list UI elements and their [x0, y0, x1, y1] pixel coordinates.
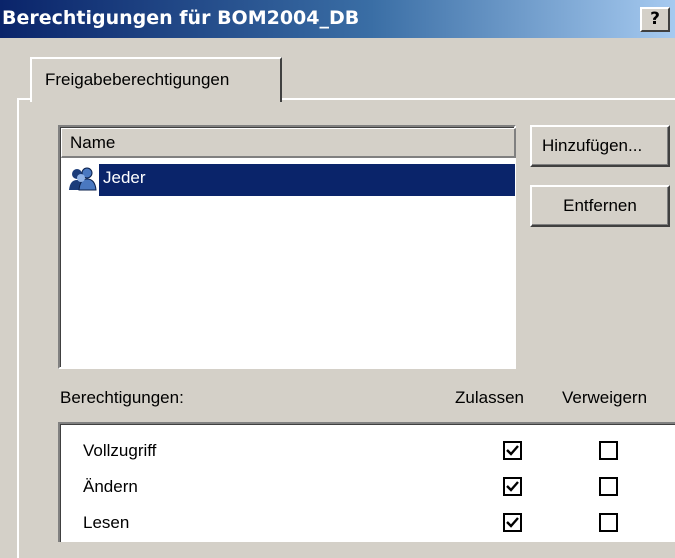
- permission-name: Lesen: [83, 513, 130, 532]
- permission-name: Ändern: [83, 477, 138, 496]
- column-header-name[interactable]: Name: [61, 128, 516, 158]
- tab-label: Freigabeberechtigungen: [45, 70, 230, 89]
- list-item[interactable]: Jeder: [67, 164, 515, 196]
- deny-checkbox[interactable]: [599, 441, 618, 460]
- users-listbox[interactable]: Name Jeder: [58, 125, 516, 369]
- checkmark-icon: [506, 445, 519, 456]
- permissions-list: Vollzugriff Ändern Lesen: [58, 422, 675, 542]
- allow-column-header: Zulassen: [455, 388, 524, 407]
- deny-checkbox[interactable]: [599, 513, 618, 532]
- column-header-label: Name: [70, 133, 116, 152]
- permission-row: Lesen: [61, 511, 675, 545]
- group-users-icon: [69, 167, 97, 191]
- deny-column-header: Verweigern: [562, 388, 648, 407]
- listbox-frame: Name Jeder: [60, 127, 516, 367]
- permissions-label: Berechtigungen:: [60, 388, 184, 407]
- help-button[interactable]: ?: [640, 7, 670, 32]
- remove-button[interactable]: Entfernen: [530, 185, 670, 227]
- checkmark-icon: [506, 481, 519, 492]
- title-bar: Berechtigungen für BOM2004_DB ?: [0, 0, 675, 38]
- window-title: Berechtigungen für BOM2004_DB: [2, 7, 360, 29]
- permission-name: Vollzugriff: [83, 441, 157, 460]
- permission-row: Ändern: [61, 475, 675, 509]
- tab-freigabeberechtigungen[interactable]: Freigabeberechtigungen: [30, 57, 282, 102]
- permissions-frame: Vollzugriff Ändern Lesen: [60, 424, 675, 542]
- allow-checkbox[interactable]: [503, 477, 522, 496]
- list-item-label: Jeder: [99, 164, 515, 196]
- permission-row: Vollzugriff: [61, 439, 675, 473]
- allow-checkbox[interactable]: [503, 513, 522, 532]
- add-button[interactable]: Hinzufügen...: [530, 125, 670, 167]
- checkmark-icon: [506, 517, 519, 528]
- deny-checkbox[interactable]: [599, 477, 618, 496]
- allow-checkbox[interactable]: [503, 441, 522, 460]
